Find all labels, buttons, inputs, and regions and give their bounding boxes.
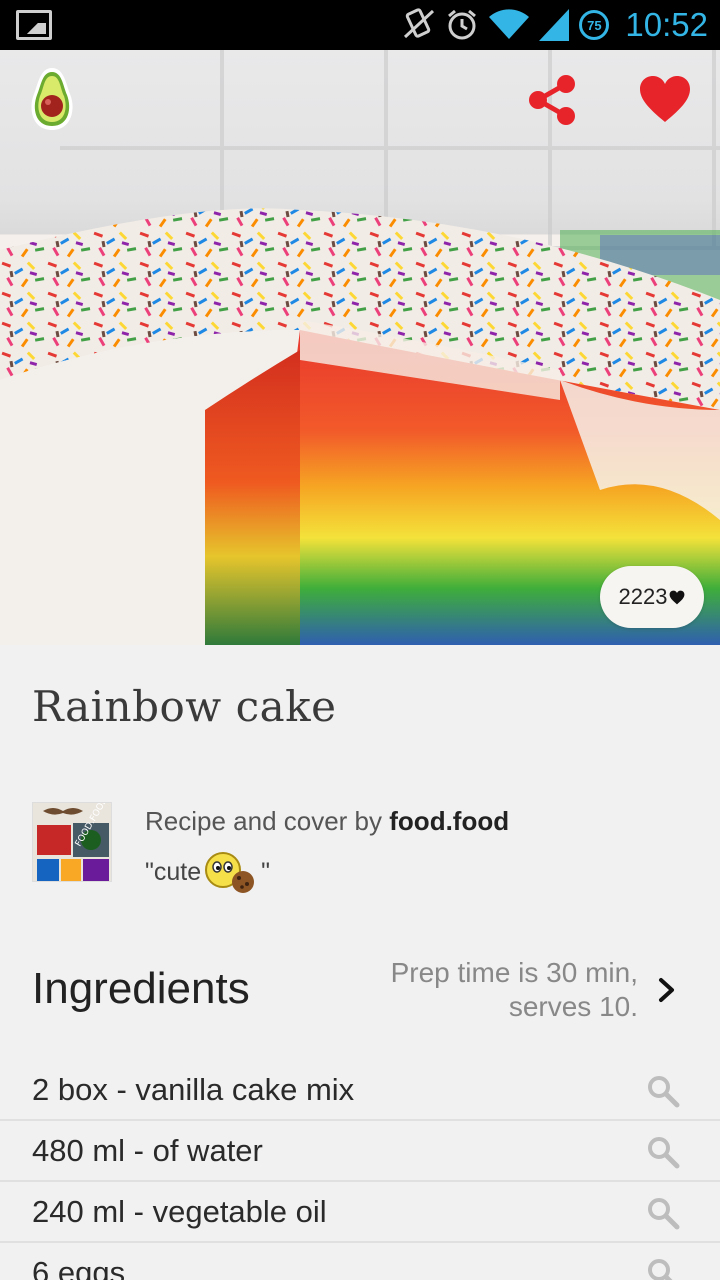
ingredients-list: 2 box - vanilla cake mix 480 ml - of wat… (0, 1060, 720, 1280)
share-icon[interactable] (526, 74, 578, 126)
recipe-title: Rainbow cake (32, 682, 337, 731)
avocado-icon[interactable] (26, 66, 78, 132)
recipe-cover-image: 2223 (0, 50, 720, 645)
ingredients-heading: Ingredients (32, 964, 250, 1013)
ingredient-row[interactable]: 6 eggs (0, 1243, 720, 1280)
author-note: "cute " (145, 850, 270, 894)
chevron-right-icon[interactable] (654, 972, 680, 1008)
serves-line: serves 10. (508, 991, 638, 1022)
prep-time-line: Prep time is 30 min, (390, 957, 638, 988)
small-heart-icon (670, 590, 685, 604)
author-credit: Recipe and cover by food.food (145, 806, 509, 837)
ingredient-text: 6 eggs (32, 1255, 126, 1280)
ingredient-row[interactable]: 2 box - vanilla cake mix (0, 1060, 720, 1121)
status-icons: 75 10:52 (403, 4, 708, 46)
heart-icon[interactable] (638, 74, 692, 124)
ingredient-text: 480 ml - of water (32, 1133, 263, 1168)
search-icon[interactable] (646, 1196, 680, 1230)
ingredient-row[interactable]: 480 ml - of water (0, 1121, 720, 1182)
clock: 10:52 (625, 6, 708, 43)
author-avatar[interactable]: FOOD.FOOD (32, 802, 112, 882)
signal-icon (539, 9, 570, 41)
vibrate-icon (404, 8, 435, 39)
likes-count-badge[interactable]: 2223 (600, 566, 704, 628)
search-icon[interactable] (646, 1257, 680, 1280)
author-prefix: Recipe and cover by (145, 806, 383, 836)
ingredient-text: 2 box - vanilla cake mix (32, 1072, 355, 1107)
prep-info[interactable]: Prep time is 30 min, serves 10. (391, 956, 638, 1024)
battery-badge: 75 (579, 10, 610, 40)
ingredient-row[interactable]: 240 ml - vegetable oil (0, 1182, 720, 1243)
likes-count: 2223 (618, 584, 668, 609)
alarm-icon (448, 9, 477, 40)
search-icon[interactable] (646, 1135, 680, 1169)
emoji-cookie-icon (205, 852, 255, 893)
author-note-end: " (261, 857, 271, 886)
author-name-link[interactable]: food.food (389, 806, 509, 836)
ingredient-text: 240 ml - vegetable oil (32, 1194, 327, 1229)
gallery-notification-icon (16, 10, 52, 40)
search-icon[interactable] (646, 1074, 680, 1108)
status-bar: 75 10:52 (0, 0, 720, 50)
wifi-icon (489, 9, 530, 39)
author-note-text: "cute (145, 857, 202, 886)
cake-photo (0, 208, 720, 645)
